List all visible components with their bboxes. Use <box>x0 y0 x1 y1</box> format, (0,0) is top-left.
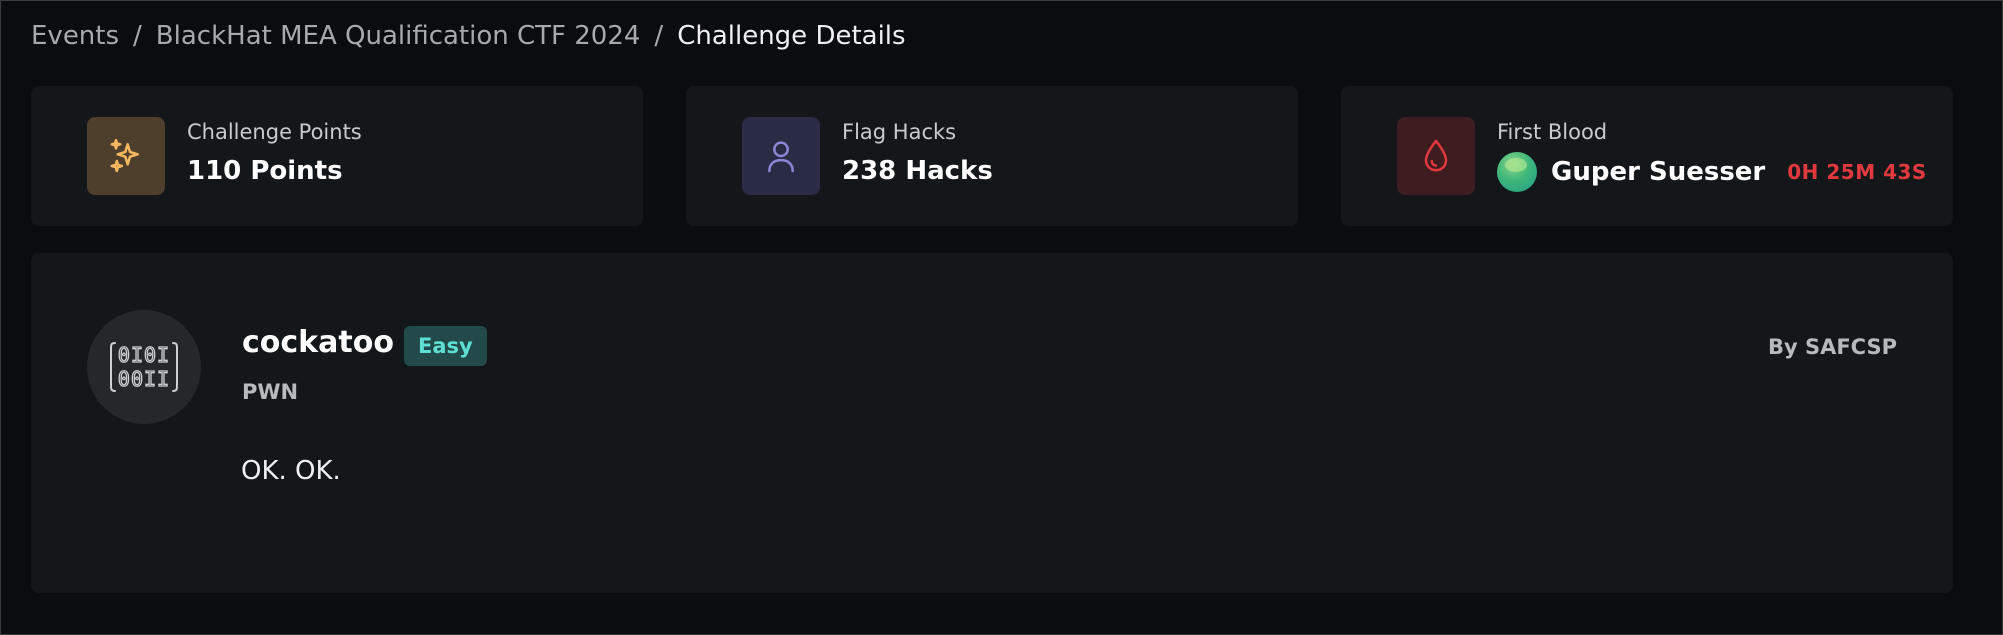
challenge-name: cockatoo <box>242 325 394 360</box>
flag-hacks-label: Flag Hacks <box>842 120 957 144</box>
first-blood-time: 0H 25M 43S <box>1787 160 1927 184</box>
challenge-points-label: Challenge Points <box>187 120 362 144</box>
droplet-icon <box>1397 117 1475 195</box>
flag-hacks-value: 238 Hacks <box>842 156 993 186</box>
challenge-points-value: 110 Points <box>187 156 343 186</box>
first-blood-card: First Blood Guper Suesser 0H 25M 43S <box>1341 86 1953 226</box>
challenge-points-card: Challenge Points 110 Points <box>31 86 643 226</box>
avatar[interactable] <box>1497 152 1537 192</box>
breadcrumb: Events / BlackHat MEA Qualification CTF … <box>31 20 906 52</box>
breadcrumb-separator: / <box>654 21 664 51</box>
binary-code-icon: 0I0I 00II <box>87 310 201 424</box>
breadcrumb-event[interactable]: BlackHat MEA Qualification CTF 2024 <box>156 21 641 51</box>
breadcrumb-current: Challenge Details <box>677 21 906 51</box>
difficulty-badge: Easy <box>404 326 487 366</box>
sparkles-icon <box>87 117 165 195</box>
first-blood-row: Guper Suesser 0H 25M 43S <box>1497 152 1927 192</box>
breadcrumb-separator: / <box>133 21 142 51</box>
flag-hacks-card: Flag Hacks 238 Hacks <box>686 86 1298 226</box>
challenge-description: OK. OK. <box>241 456 341 486</box>
challenge-author: By SAFCSP <box>1767 335 1897 359</box>
user-icon <box>742 117 820 195</box>
challenge-category: PWN <box>242 380 299 404</box>
breadcrumb-events[interactable]: Events <box>31 21 119 51</box>
svg-text:0I0I: 0I0I <box>118 343 170 367</box>
first-blood-user[interactable]: Guper Suesser <box>1551 157 1765 187</box>
svg-text:00II: 00II <box>118 367 170 391</box>
first-blood-label: First Blood <box>1497 120 1608 144</box>
challenge-panel: 0I0I 00II cockatoo Easy PWN By SAFCSP OK… <box>31 253 1953 593</box>
